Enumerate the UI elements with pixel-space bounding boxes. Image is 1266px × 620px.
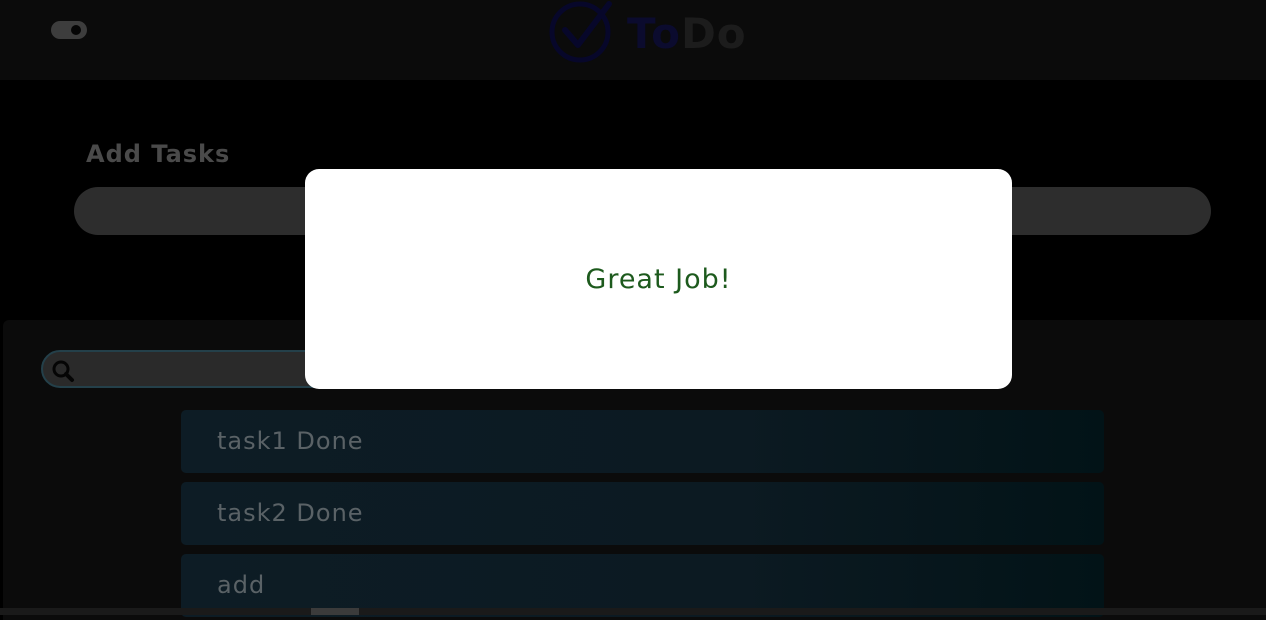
success-modal: Great Job! (305, 169, 1012, 389)
modal-message: Great Job! (585, 264, 732, 295)
